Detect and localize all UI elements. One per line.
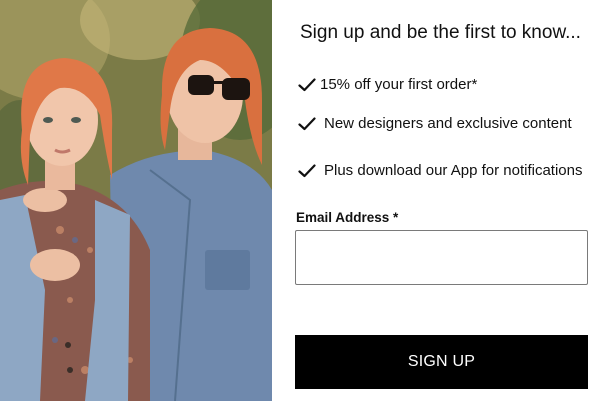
benefit-text: New designers and exclusive content xyxy=(324,115,572,132)
check-icon xyxy=(298,163,316,178)
check-icon xyxy=(298,77,316,92)
email-label: Email Address * xyxy=(296,210,399,225)
sign-up-button[interactable]: SIGN UP xyxy=(295,335,588,389)
benefit-text: 15% off your first order* xyxy=(320,76,478,93)
models-illustration xyxy=(0,0,272,401)
signup-headline: Sign up and be the first to know... xyxy=(300,22,581,43)
email-field[interactable] xyxy=(295,230,588,285)
benefit-text: Plus download our App for notifications xyxy=(324,162,583,179)
benefit-item-designers: New designers and exclusive content xyxy=(298,115,572,132)
signup-panel: Sign up and be the first to know... 15% … xyxy=(272,0,612,401)
benefit-item-discount: 15% off your first order* xyxy=(298,76,477,93)
benefit-item-app: Plus download our App for notifications xyxy=(298,162,583,179)
hero-photo xyxy=(0,0,272,401)
check-icon xyxy=(298,116,316,131)
